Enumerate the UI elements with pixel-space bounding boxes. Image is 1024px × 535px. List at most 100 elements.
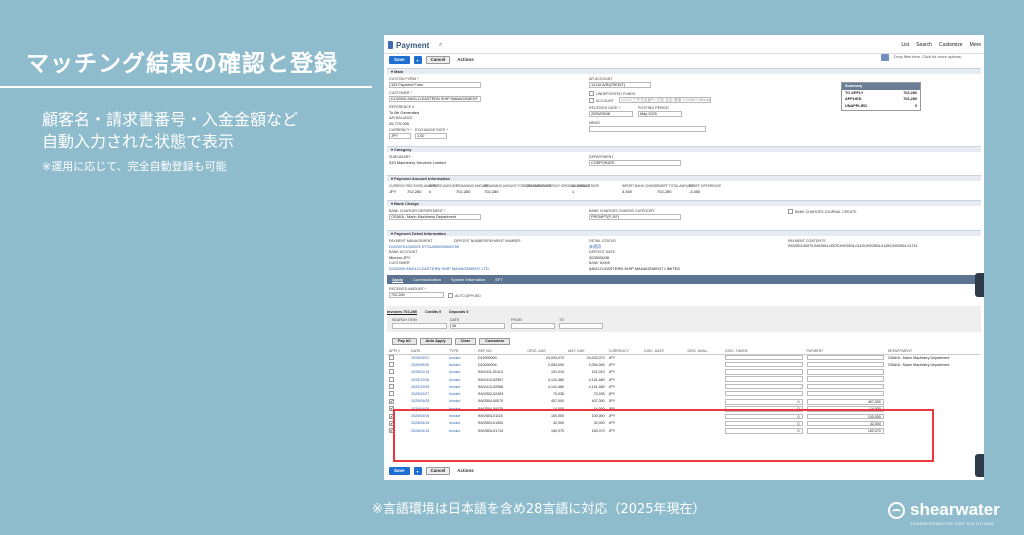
posting-period-select[interactable]: May 2025 xyxy=(638,111,682,117)
row-payment[interactable]: 407,000 xyxy=(806,398,884,405)
received-date-input[interactable]: 2025/05/08 xyxy=(589,111,633,117)
currency-select[interactable]: JPY xyxy=(389,133,411,139)
row-type[interactable]: Invoice xyxy=(447,354,476,362)
account-select[interactable]: 10120 三井住友銀行 大阪 支店 普通 1234567 Mitsubishi xyxy=(619,97,711,103)
actions-menu[interactable]: Actions xyxy=(457,57,474,63)
row-type[interactable]: Invoice xyxy=(447,391,476,398)
row-payment[interactable] xyxy=(806,390,884,397)
tab-credits[interactable]: Credits 0 xyxy=(425,310,441,315)
row-disc-taken[interactable] xyxy=(725,376,803,382)
payment-management-value[interactable]: D1000701000001 ETSU000000000700 xyxy=(389,244,459,249)
row-date[interactable]: 2025/01/15 xyxy=(409,369,447,376)
apply-checkbox[interactable] xyxy=(389,369,394,375)
department-label: Department xyxy=(589,155,614,159)
customize-link[interactable]: Customize xyxy=(939,42,963,48)
tab-system-information[interactable]: System Information xyxy=(451,277,485,282)
clear-button[interactable]: Clear xyxy=(454,338,477,345)
memo-input[interactable] xyxy=(589,126,706,132)
row-payment[interactable] xyxy=(806,368,884,375)
row-date[interactable]: 2025/02/27 xyxy=(409,391,447,398)
row-disc-taken[interactable] xyxy=(725,354,803,361)
row-payment[interactable] xyxy=(806,354,884,361)
summary-row: TO APPLY 702,280 xyxy=(845,90,917,95)
row-disc-taken[interactable] xyxy=(725,368,803,375)
list-link[interactable]: List xyxy=(901,42,909,48)
tab-communication[interactable]: Communication xyxy=(413,277,441,282)
row-disc-taken[interactable] xyxy=(725,361,803,368)
date-filter-select[interactable]: All xyxy=(450,323,505,329)
apply-checkbox[interactable] xyxy=(389,383,394,389)
row-type[interactable]: Invoice xyxy=(447,383,476,390)
apply-checkbox[interactable] xyxy=(389,361,394,367)
save-dropdown-icon-bottom[interactable]: ▾ xyxy=(413,467,422,475)
apply-checkbox[interactable] xyxy=(389,376,394,382)
tab-eft[interactable]: EFT xyxy=(495,277,503,282)
row-date[interactable]: 2025/04/05 xyxy=(409,398,447,405)
side-panel-handle-bottom[interactable] xyxy=(975,454,984,477)
department-select[interactable]: CORPORATE xyxy=(589,160,681,166)
detail-status-value[interactable]: 未適用 xyxy=(589,244,601,249)
bank-charges-journal-checkbox[interactable] xyxy=(788,209,793,214)
exchange-rate-input[interactable]: 1.00 xyxy=(415,133,447,139)
search-icon[interactable]: ⌕ xyxy=(439,42,442,50)
row-date[interactable]: 2025/12/05 xyxy=(409,376,447,383)
bank-charges-category-label: Bank Charges Charge Category xyxy=(589,209,655,213)
section-bank-charge[interactable]: Bank Charge xyxy=(387,200,981,206)
row-payment[interactable] xyxy=(806,376,884,382)
row-payment[interactable] xyxy=(806,383,884,390)
folder-icon[interactable] xyxy=(881,54,889,61)
ar-account-select[interactable]: 12110 A/R(CREDIT) xyxy=(589,82,651,88)
detail-customer-value[interactable]: D100000 ANGLO-EASTERN SHIP MANAGEMENT LT… xyxy=(389,266,490,271)
undeposited-funds-radio[interactable] xyxy=(589,91,594,96)
apply-checkbox[interactable] xyxy=(389,354,394,360)
cancel-button[interactable]: Cancel xyxy=(425,56,451,64)
file-drop-hint[interactable]: Drop files here. Click for more options. xyxy=(894,54,984,59)
side-panel-handle[interactable] xyxy=(975,273,984,297)
tab-apply[interactable]: Apply xyxy=(392,277,403,282)
pay-all-button[interactable]: Pay All xyxy=(392,338,417,345)
actions-menu-bottom[interactable]: Actions xyxy=(457,468,474,474)
tab-deposits[interactable]: Deposits 0 xyxy=(449,310,468,315)
row-type[interactable]: Invoice xyxy=(447,369,476,376)
apply-checkbox[interactable]: ✔ xyxy=(389,398,394,404)
received-amount-input[interactable]: 702,280 xyxy=(389,292,444,298)
customer-field[interactable]: D100000 ANGLO-EASTERN SHIP MANAGEMENT xyxy=(389,96,481,102)
section-category[interactable]: Category xyxy=(387,146,981,152)
customize-button[interactable]: Customize xyxy=(479,338,511,345)
custom-form-select[interactable]: 333 Payment Form xyxy=(389,82,481,88)
apply-checkbox[interactable] xyxy=(389,391,394,397)
row-type[interactable]: Invoice xyxy=(447,376,476,383)
tab-invoices[interactable]: Invoices 702,280 xyxy=(387,310,417,315)
amount-label: Applied Amount xyxy=(429,184,457,188)
section-main[interactable]: Main xyxy=(387,68,981,74)
more-link[interactable]: More xyxy=(970,42,981,48)
bank-charges-department-select[interactable]: OSAKA : Marin Machinery Department xyxy=(389,214,481,220)
row-date[interactable]: 2025/06/30 xyxy=(409,362,447,369)
auto-applied-checkbox[interactable] xyxy=(448,293,453,298)
row-disc-taken[interactable]: 0 xyxy=(725,398,803,405)
row-date[interactable]: 2025/12/05 xyxy=(409,383,447,390)
row-payment[interactable] xyxy=(806,361,884,368)
save-dropdown-icon[interactable]: ▾ xyxy=(413,56,422,64)
bank-charges-category-select[interactable]: PROMPT(P-3/F) xyxy=(589,214,681,220)
from-date-input[interactable] xyxy=(511,323,555,329)
to-date-input[interactable] xyxy=(559,323,603,329)
row-disc-taken[interactable] xyxy=(725,390,803,397)
summary-row: APPLIED 702,280 xyxy=(845,97,917,102)
row-orig-amount: 4,141,460 xyxy=(547,377,564,382)
amount-value: 0 xyxy=(429,189,432,194)
row-type[interactable]: Invoice xyxy=(447,362,476,369)
cancel-button-bottom[interactable]: Cancel xyxy=(425,467,451,475)
row-date[interactable]: 2025/04/01 xyxy=(409,354,447,362)
save-button[interactable]: Save xyxy=(389,56,410,64)
search-item-input[interactable] xyxy=(392,323,447,329)
section-payment-detail[interactable]: Payment Detail Information xyxy=(387,230,981,236)
amount-label: Tariff Total Amount xyxy=(657,184,694,188)
search-link[interactable]: Search xyxy=(916,42,932,48)
auto-apply-button[interactable]: Auto Apply xyxy=(419,338,452,345)
save-button-bottom[interactable]: Save xyxy=(389,467,410,475)
row-disc-taken[interactable] xyxy=(725,383,803,390)
account-radio[interactable] xyxy=(589,98,594,103)
section-payment-amount[interactable]: Payment Amount Information xyxy=(387,175,981,181)
row-type[interactable]: Invoice xyxy=(447,398,476,405)
